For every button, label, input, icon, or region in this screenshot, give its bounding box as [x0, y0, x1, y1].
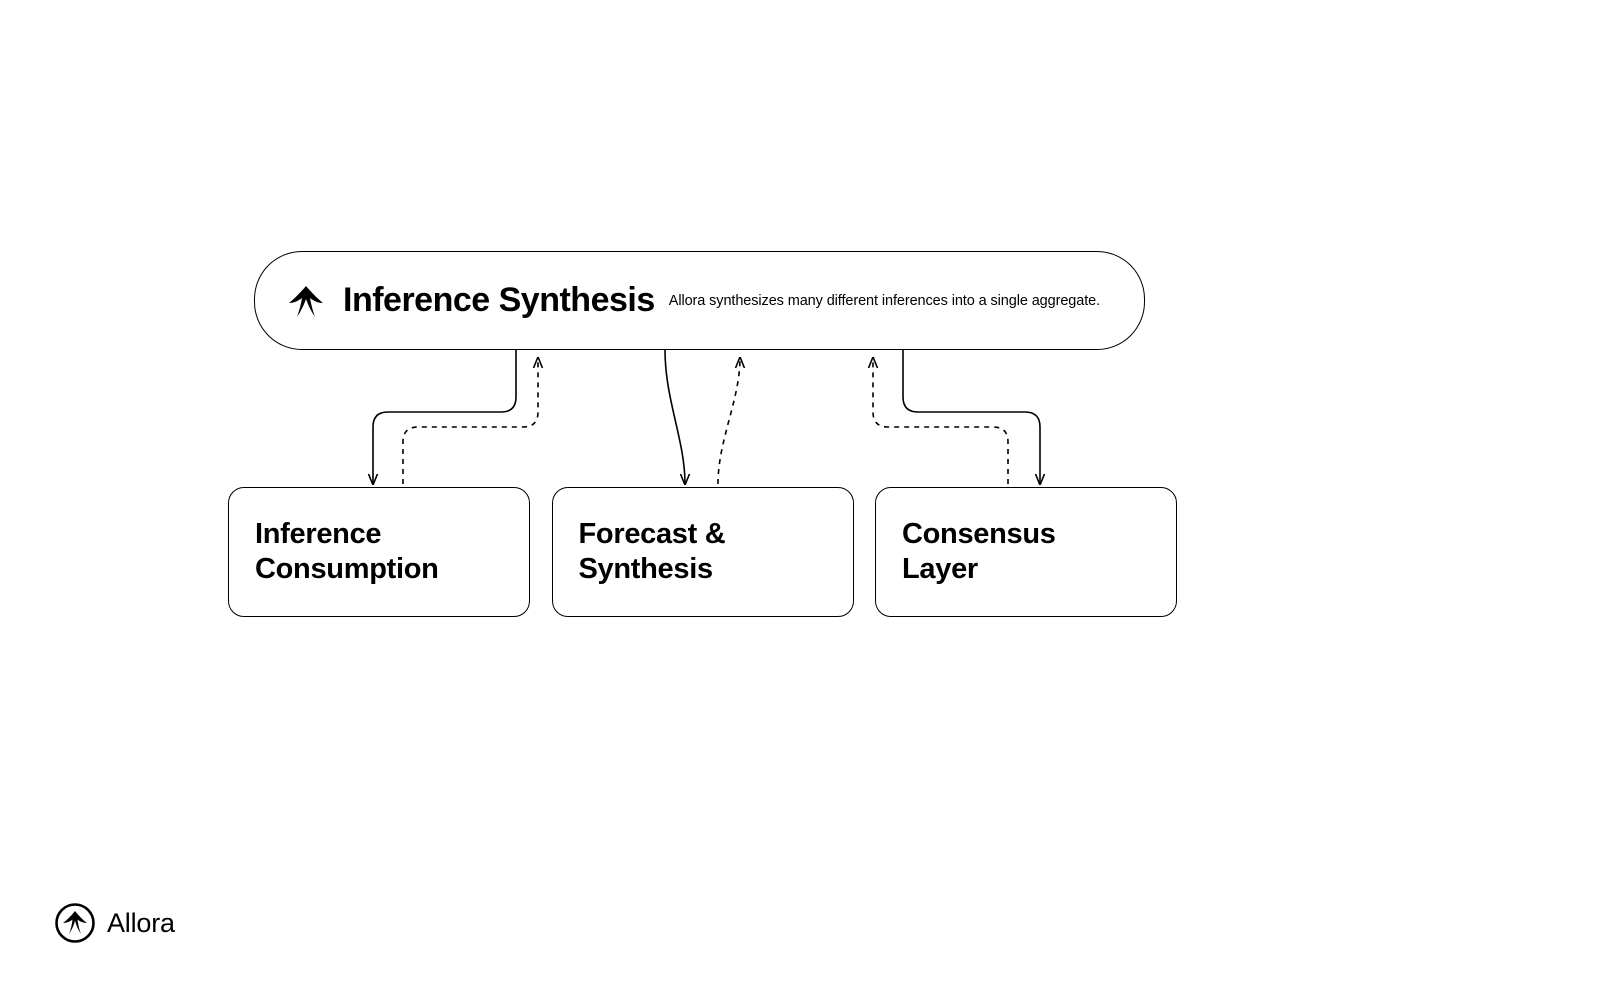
- node-label: Forecast & Synthesis: [579, 517, 726, 587]
- top-node-subtitle: Allora synthesizes many different infere…: [669, 293, 1100, 309]
- allora-icon: [285, 280, 327, 322]
- node-forecast-synthesis: Forecast & Synthesis: [552, 487, 854, 617]
- node-inference-consumption: Inference Consumption: [228, 487, 530, 617]
- allora-logo-icon: [55, 903, 95, 943]
- top-node-inference-synthesis: Inference Synthesis Allora synthesizes m…: [254, 251, 1145, 350]
- diagram-container: Inference Synthesis Allora synthesizes m…: [0, 0, 1600, 991]
- top-node-title: Inference Synthesis: [343, 281, 655, 320]
- node-label: Consensus Layer: [902, 517, 1056, 587]
- brand-lockup: Allora: [55, 903, 175, 943]
- brand-name: Allora: [107, 908, 175, 939]
- bottom-row: Inference Consumption Forecast & Synthes…: [228, 487, 1177, 617]
- node-label: Inference Consumption: [255, 517, 439, 587]
- node-consensus-layer: Consensus Layer: [875, 487, 1177, 617]
